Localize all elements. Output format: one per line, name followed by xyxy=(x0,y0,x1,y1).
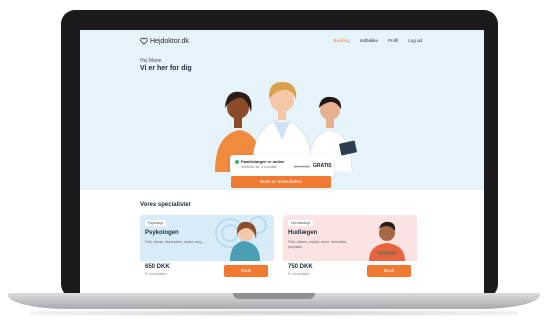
laptop-notch xyxy=(233,293,315,299)
laptop-screen: Hejdoktor.dk Booking Indbakke Profil Log… xyxy=(80,30,484,294)
nav-profile[interactable]: Profil xyxy=(388,38,398,43)
card-title: Psykologen xyxy=(145,230,179,236)
card-price: 750 DKK xyxy=(288,264,313,270)
hero-section: Hejdoktor.dk Booking Indbakke Profil Log… xyxy=(80,30,484,190)
status-card: Familielægen er online Ventetid: ca. 5 m… xyxy=(230,155,334,177)
card-footer: 750 DKK Pr. konsultation Book xyxy=(283,261,417,281)
status-text: Familielægen er online xyxy=(241,158,285,164)
logo-text: Hejdoktor.dk xyxy=(150,37,189,45)
top-nav: Hejdoktor.dk Booking Indbakke Profil Log… xyxy=(80,30,484,52)
card-footer: 650 DKK Pr. konsultation Book xyxy=(140,261,274,281)
card-title: Hudlægen xyxy=(288,230,318,236)
headline: Vi er her for dig xyxy=(140,65,192,72)
card-tag: Psykologi xyxy=(145,220,166,226)
specialists-title: Vores specialister xyxy=(140,202,191,208)
card-price-sub: Pr. konsultation xyxy=(288,272,310,276)
logo[interactable]: Hejdoktor.dk xyxy=(140,37,189,45)
laptop-shadow xyxy=(30,310,518,316)
heart-icon xyxy=(140,37,148,45)
dermatologist-illustration xyxy=(369,221,405,261)
greeting: Hej Marie xyxy=(140,58,162,64)
online-dot xyxy=(235,160,239,164)
nav-inbox[interactable]: Indbakke xyxy=(360,38,378,43)
specialist-card-psychologist[interactable]: Psykologi Psykologen Fobi, stress, depre… xyxy=(140,215,274,281)
specialist-card-dermatologist[interactable]: Dermatologi Hudlægen Fobi, eksem, uddyld… xyxy=(283,215,417,281)
wait-time: Ventetid: ca. 5 minutter xyxy=(241,165,277,169)
card-description: Fobi, stress, depression, angst, sorg, .… xyxy=(145,240,207,244)
nav-links: Booking Indbakke Profil Log ud xyxy=(333,38,422,43)
nav-booking[interactable]: Booking xyxy=(333,38,349,43)
card-price: 650 DKK xyxy=(145,264,170,270)
free-price: GRATIS xyxy=(313,163,332,169)
book-consultation-button[interactable]: Book en konsultation xyxy=(231,176,331,188)
card-price-sub: Pr. konsultation xyxy=(145,272,167,276)
old-price: 219 DKK xyxy=(294,164,311,169)
card-tag: Dermatologi xyxy=(288,220,313,226)
book-psychologist-button[interactable]: Book xyxy=(224,265,268,277)
book-dermatologist-button[interactable]: Book xyxy=(367,265,411,277)
psychologist-illustration xyxy=(215,216,267,261)
nav-logout[interactable]: Log ud xyxy=(408,38,422,43)
card-description: Fobi, eksem, uddyld, arme, dermatisk, ps… xyxy=(288,240,348,249)
